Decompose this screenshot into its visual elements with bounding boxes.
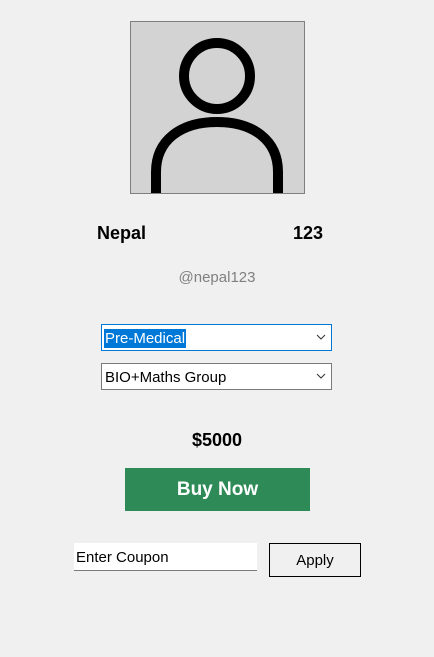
price-label: $5000 [191,430,243,450]
user-silhouette-icon [151,38,283,193]
buy-now-button[interactable]: Buy Now [125,468,310,511]
group-dropdown-value: BIO+Maths Group [105,369,227,386]
first-name-label: Nepal [97,223,147,243]
apply-coupon-button[interactable]: Apply [269,543,361,577]
last-name-label: 123 [293,223,324,243]
course-dropdown[interactable]: Pre-Medical [101,324,332,351]
chevron-down-icon [316,334,326,340]
coupon-input[interactable]: Enter Coupon [74,543,257,571]
profile-avatar [130,21,305,194]
course-dropdown-value: Pre-Medical [104,329,187,348]
chevron-down-icon [316,373,326,379]
group-dropdown[interactable]: BIO+Maths Group [101,363,332,390]
username-label: @nepal123 [178,269,256,286]
